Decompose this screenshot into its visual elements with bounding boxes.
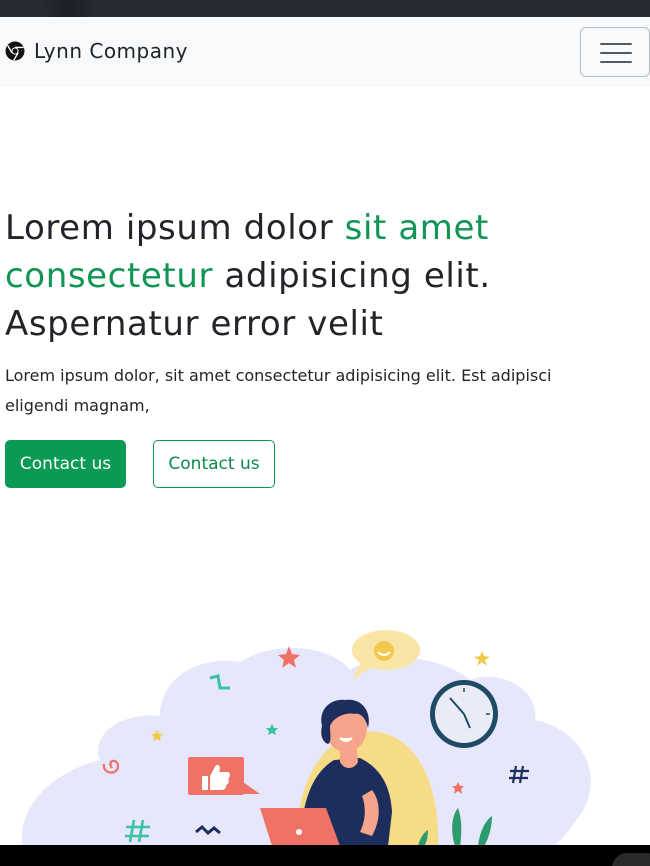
laptop-icon [260,808,340,846]
contact-us-outline-button[interactable]: Contact us [153,440,275,488]
star-icon [474,651,490,666]
contact-us-primary-button[interactable]: Contact us [5,440,126,488]
navbar-toggle-button[interactable] [580,27,650,77]
browser-top-strip [0,0,650,17]
bottom-corner-shape [612,853,650,866]
top-strip-shadow [40,0,100,17]
clock-icon [430,680,498,748]
navbar: Lynn Company [0,17,650,87]
hero-title: Lorem ipsum dolor sit amet consectetur a… [5,204,650,348]
person-with-laptop-illustration [21,630,591,846]
hero-title-part1: Lorem ipsum dolor [5,208,345,248]
hero-description: Lorem ipsum dolor, sit amet consectetur … [5,366,552,415]
brand-name: Lynn Company [34,39,188,63]
chrome-logo-icon [5,41,25,61]
browser-bottom-bar [0,845,650,866]
brand-link[interactable]: Lynn Company [5,38,188,64]
